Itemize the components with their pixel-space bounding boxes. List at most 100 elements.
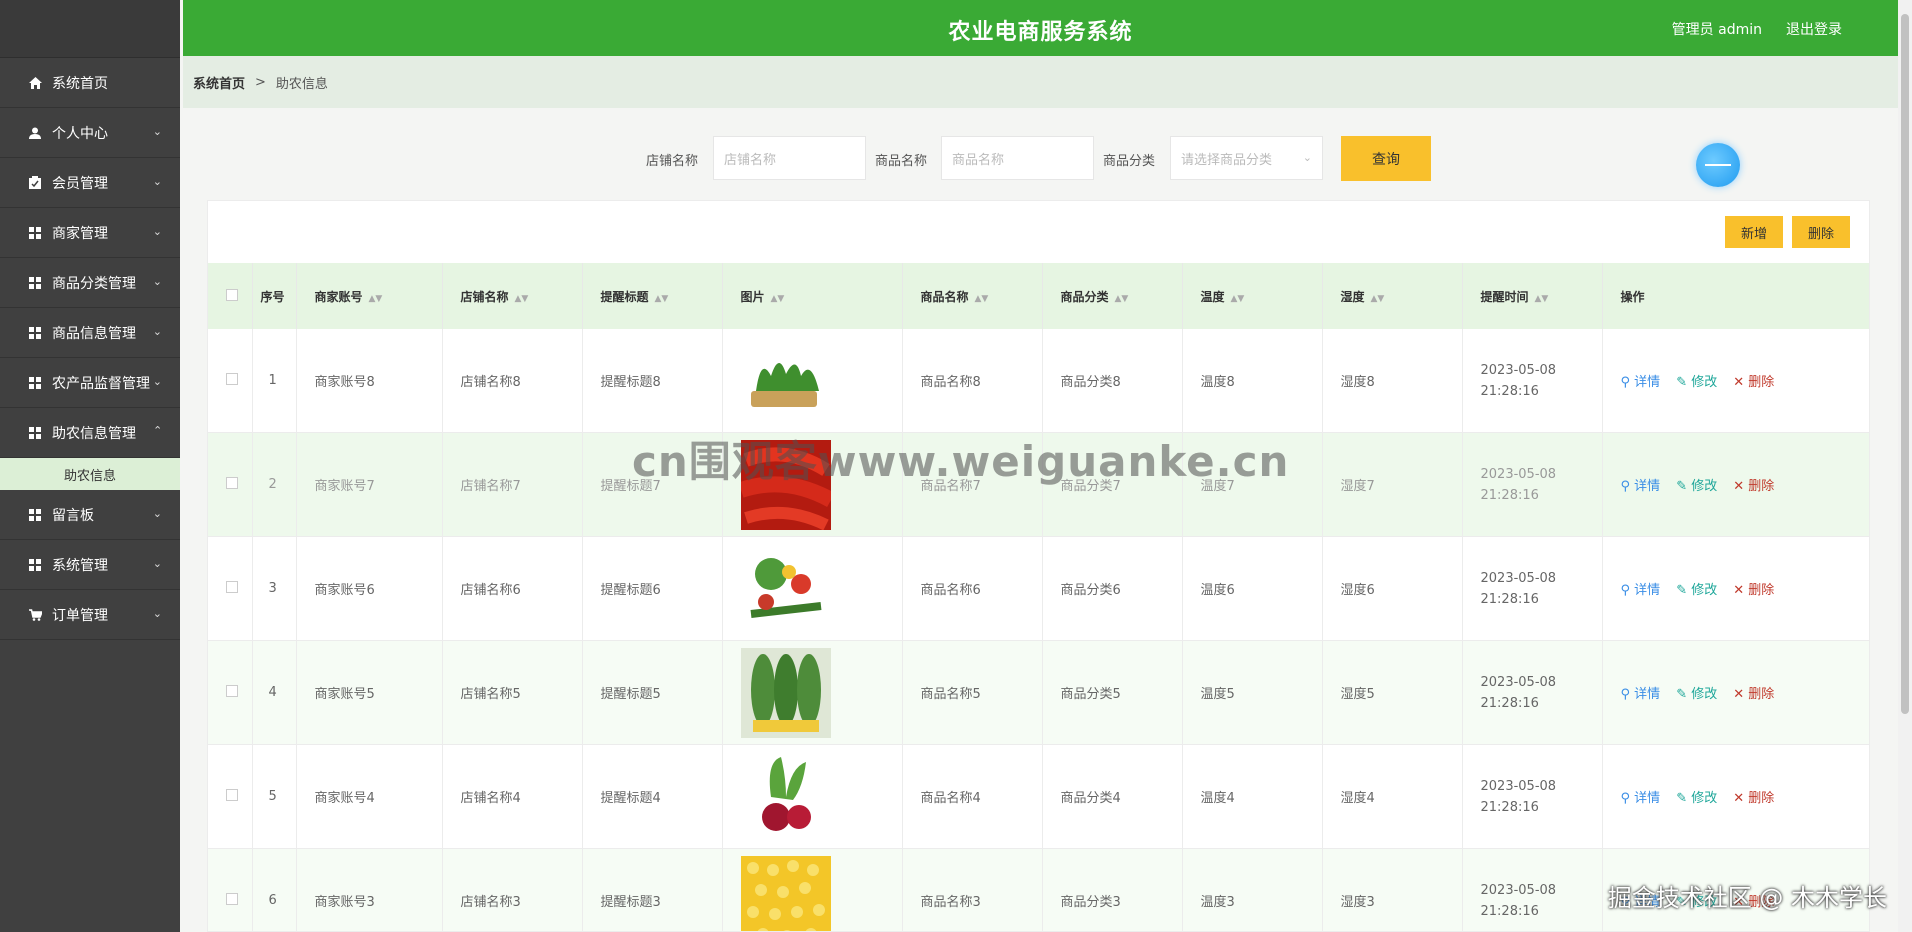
edit-icon: ✎ (1676, 895, 1688, 910)
chevron-up-icon: ⌄ (152, 423, 162, 436)
sidebar-item-messages[interactable]: 留言板 ⌄ (0, 490, 180, 540)
sidebar-item-orders[interactable]: 订单管理 ⌄ (0, 590, 180, 640)
table-row[interactable]: 5 商家账号4 店铺名称4 提醒标题4 商品名称4 商品分类4 温度4 湿度4 2023-05-… (208, 744, 1869, 849)
cell-humidity: 湿度7 (1322, 432, 1463, 537)
edit-button[interactable]: ✎ 修改 (1676, 479, 1717, 494)
sidebar-item-agri-info[interactable]: 助农信息管理 ⌄ (0, 408, 180, 458)
row-select-cell (208, 640, 253, 745)
sidebar-item-home[interactable]: 系统首页 (0, 58, 180, 108)
delete-button[interactable]: ✕ 删除 (1733, 375, 1774, 390)
cell-humidity: 湿度8 (1322, 329, 1463, 433)
row-no: 1 (252, 329, 297, 433)
data-table: 序号 商家账号 ▲▼ 店铺名称 ▲▼ 提醒标题 ▲▼ 图片 ▲▼ 商品名称 ▲▼ 商品分类… (208, 263, 1869, 931)
detail-button[interactable]: ⚲ 详情 (1621, 687, 1661, 702)
column-header-no: 序号 (252, 263, 297, 329)
detail-button[interactable]: ⚲ 详情 (1621, 479, 1661, 494)
delete-button[interactable]: ✕ 删除 (1733, 479, 1774, 494)
column-header-title[interactable]: 提醒标题 ▲▼ (582, 263, 723, 329)
column-header-humidity[interactable]: 湿度 ▲▼ (1322, 263, 1463, 329)
cell-title: 提醒标题5 (582, 640, 723, 745)
product-name-placeholder: 商品名称 (952, 152, 1005, 168)
sidebar-item-merchants[interactable]: 商家管理 ⌄ (0, 208, 180, 258)
shop-name-input[interactable]: 店铺名称 (713, 136, 866, 180)
edit-icon: ✎ (1676, 375, 1688, 390)
table-row[interactable]: 4 商家账号5 店铺名称5 提醒标题5 商品名称5 商品分类5 温度5 湿度5 2023-05-… (208, 640, 1869, 745)
category-select[interactable]: 请选择商品分类 ⌄ (1170, 136, 1323, 180)
row-checkbox[interactable] (226, 892, 238, 905)
row-select-cell (208, 848, 253, 931)
delete-button[interactable]: ✕ 删除 (1733, 687, 1774, 702)
detail-button[interactable]: ⚲ 详情 (1621, 375, 1661, 390)
close-icon: ✕ (1733, 479, 1745, 494)
sort-icon: ▲▼ (1534, 293, 1549, 304)
product-image (740, 543, 901, 634)
sidebar-item-products[interactable]: 商品信息管理 ⌄ (0, 308, 180, 358)
edit-button[interactable]: ✎ 修改 (1676, 895, 1717, 910)
delete-button[interactable]: ✕ 删除 (1733, 791, 1774, 806)
select-all-checkbox[interactable] (226, 288, 238, 301)
row-checkbox[interactable] (226, 580, 238, 593)
logout-link[interactable]: 退出登录 (1786, 19, 1842, 39)
cell-temperature: 温度5 (1182, 640, 1323, 745)
table-row[interactable]: 1 商家账号8 店铺名称8 提醒标题8 商品名称8 商品分类8 温度8 湿度8 2023-05-… (208, 329, 1869, 433)
column-header-shop[interactable]: 店铺名称 ▲▼ (442, 263, 583, 329)
row-checkbox[interactable] (226, 788, 238, 801)
product-name-input[interactable]: 商品名称 (941, 136, 1094, 180)
column-header-account[interactable]: 商家账号 ▲▼ (296, 263, 443, 329)
breadcrumb-home[interactable]: 系统首页 (193, 73, 245, 92)
table-row[interactable]: 3 商家账号6 店铺名称6 提醒标题6 商品名称6 商品分类6 温度6 湿度6 2023-05-… (208, 536, 1869, 641)
edit-icon: ✎ (1676, 479, 1688, 494)
table-row[interactable]: 2 商家账号7 店铺名称7 提醒标题7 商品名称7 商品分类7 温度7 湿度7 2023-05-… (208, 432, 1869, 537)
detail-button[interactable]: ⚲ 详情 (1621, 791, 1661, 806)
sidebar-item-categories[interactable]: 商品分类管理 ⌄ (0, 258, 180, 308)
table-row[interactable]: 6 商家账号3 店铺名称3 提醒标题3 商品名称3 商品分类3 温度3 湿度3 2023-05-… (208, 848, 1869, 931)
column-header-temperature[interactable]: 温度 ▲▼ (1182, 263, 1323, 329)
shop-name-placeholder: 店铺名称 (724, 152, 777, 168)
cell-temperature: 温度3 (1182, 848, 1323, 931)
search-bar: 店铺名称 店铺名称 商品名称 商品名称 商品分类 请选择商品分类 ⌄ 查询 (0, 136, 1912, 182)
edit-button[interactable]: ✎ 修改 (1676, 687, 1717, 702)
detail-button[interactable]: ⚲ 详情 (1621, 583, 1661, 598)
sidebar-item-system[interactable]: 系统管理 ⌄ (0, 540, 180, 590)
add-button[interactable]: 新增 (1725, 216, 1783, 248)
row-select-cell (208, 329, 253, 433)
cell-title: 提醒标题4 (582, 744, 723, 849)
detail-button[interactable]: ⚲ 详情 (1621, 895, 1661, 910)
edit-icon: ✎ (1676, 583, 1688, 598)
cell-temperature: 温度4 (1182, 744, 1323, 849)
column-header-image[interactable]: 图片 ▲▼ (722, 263, 903, 329)
edit-button[interactable]: ✎ 修改 (1676, 583, 1717, 598)
edit-button[interactable]: ✎ 修改 (1676, 375, 1717, 390)
delete-button[interactable]: ✕ 删除 (1733, 895, 1774, 910)
delete-button[interactable]: ✕ 删除 (1733, 583, 1774, 598)
row-checkbox[interactable] (226, 684, 238, 697)
cell-humidity: 湿度6 (1322, 536, 1463, 641)
cell-category: 商品分类6 (1042, 536, 1183, 641)
page-scrollbar[interactable] (1898, 0, 1912, 932)
cell-time: 2023-05-08 21:28:16 (1462, 640, 1603, 745)
current-user: 管理员 admin (1671, 22, 1762, 38)
cell-product: 商品名称4 (902, 744, 1043, 849)
cell-title: 提醒标题6 (582, 536, 723, 641)
cell-image (722, 640, 903, 745)
grid-icon (28, 558, 42, 572)
row-checkbox[interactable] (226, 372, 238, 385)
product-image (740, 855, 901, 931)
cell-temperature: 温度7 (1182, 432, 1323, 537)
select-all-cell (208, 263, 253, 329)
query-button[interactable]: 查询 (1341, 136, 1431, 181)
column-header-product[interactable]: 商品名称 ▲▼ (902, 263, 1043, 329)
column-header-category[interactable]: 商品分类 ▲▼ (1042, 263, 1183, 329)
batch-delete-button[interactable]: 删除 (1792, 216, 1850, 248)
column-header-time[interactable]: 提醒时间 ▲▼ (1462, 263, 1603, 329)
chevron-down-icon: ⌄ (152, 325, 162, 338)
sidebar-item-supervision[interactable]: 农产品监督管理 ⌄ (0, 358, 180, 408)
sidebar-subitem-agri-info[interactable]: 助农信息 (0, 458, 180, 490)
row-checkbox[interactable] (226, 476, 238, 489)
cell-shop: 店铺名称8 (442, 329, 583, 433)
floating-action-icon[interactable] (1696, 143, 1740, 187)
edit-button[interactable]: ✎ 修改 (1676, 791, 1717, 806)
content-panel: 新增 删除 序号 商家账号 ▲▼ 店铺名称 ▲▼ 提醒标题 ▲▼ 图片 ▲▼ 商品名称 ▲… (207, 200, 1870, 932)
scrollbar-thumb[interactable] (1901, 14, 1909, 714)
table-header-row: 序号 商家账号 ▲▼ 店铺名称 ▲▼ 提醒标题 ▲▼ 图片 ▲▼ 商品名称 ▲▼ 商品分类… (208, 263, 1869, 329)
